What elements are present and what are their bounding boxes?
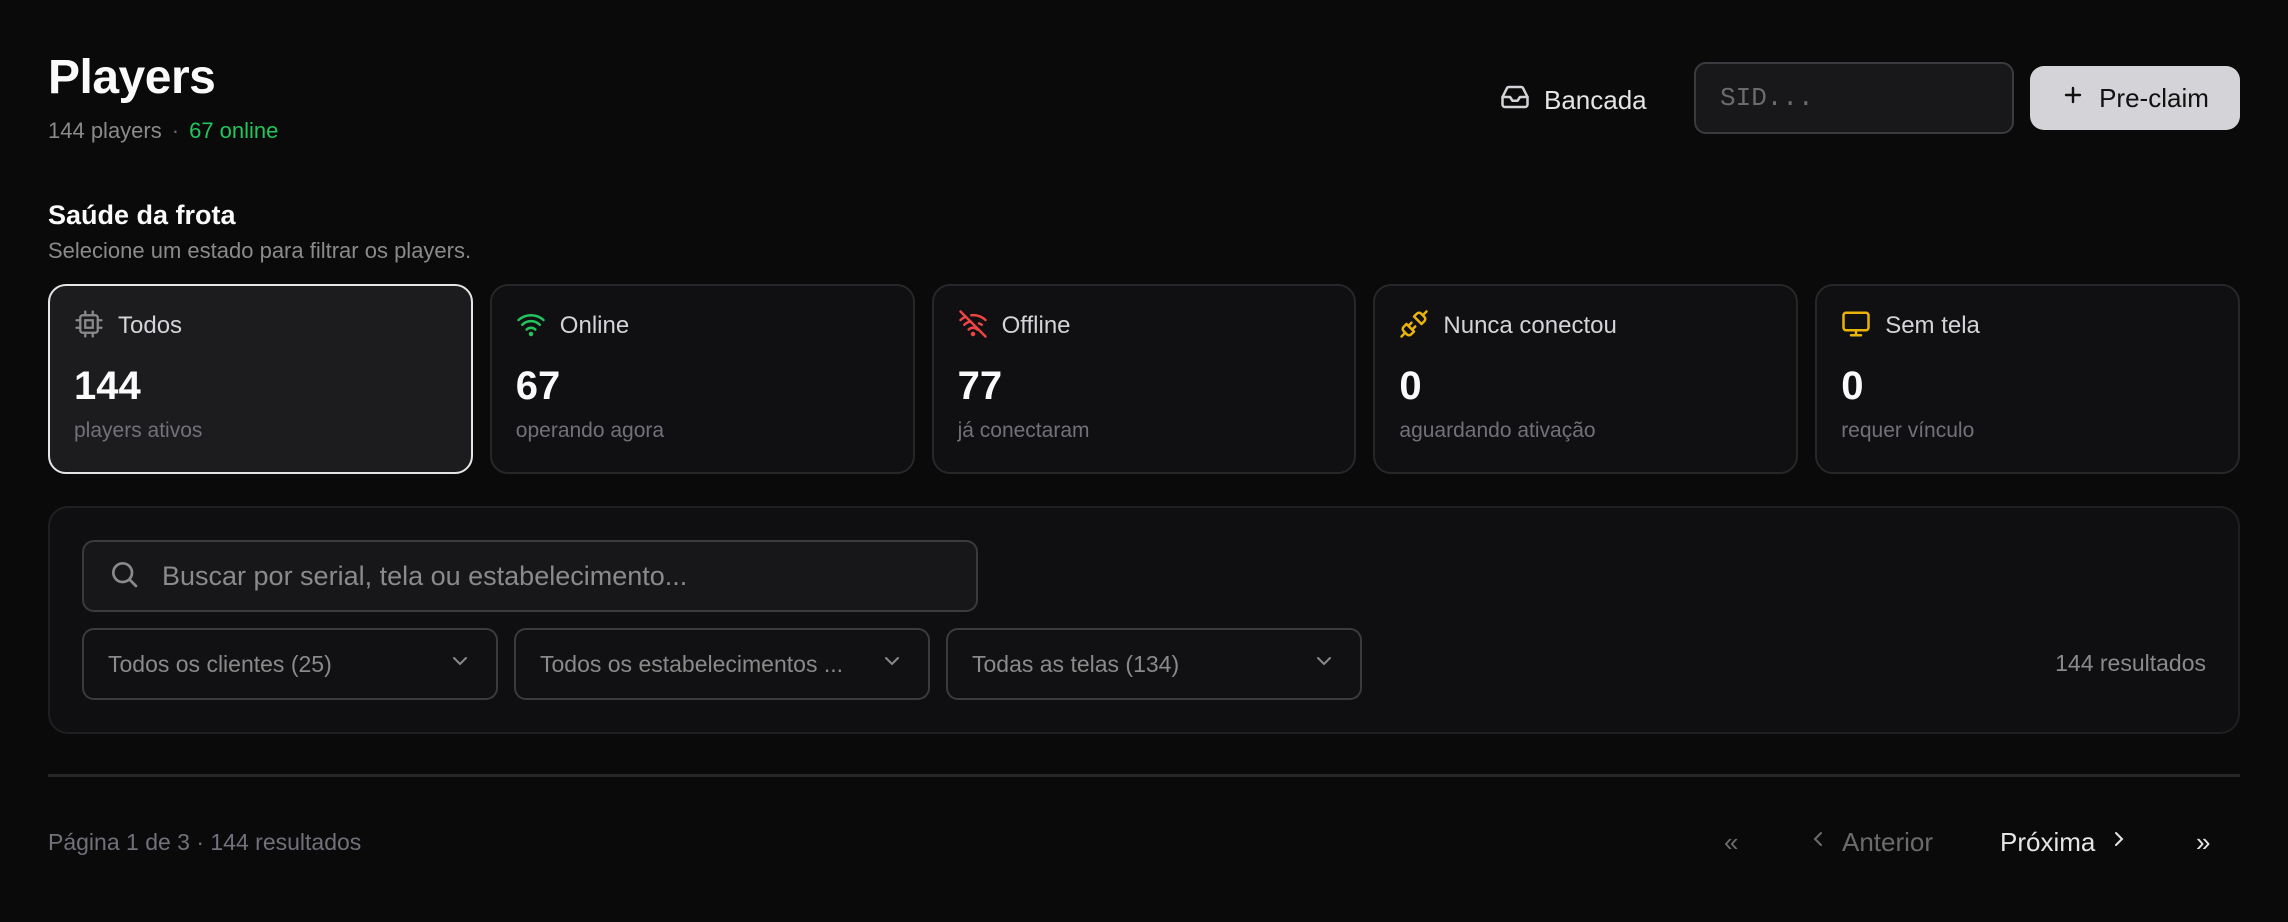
status-card-todos[interactable]: Todos 144 players ativos xyxy=(48,284,473,474)
page-info: Página 1 de 3 · 144 resultados xyxy=(48,829,362,855)
divider xyxy=(48,774,2240,777)
previous-label: Anterior xyxy=(1842,826,1934,857)
separator: · xyxy=(171,118,180,143)
sid-input[interactable] xyxy=(1694,62,2014,134)
inbox-icon xyxy=(1500,82,1530,119)
card-description: players ativos xyxy=(74,419,203,442)
card-description: operando agora xyxy=(515,419,665,442)
status-card-never-connected[interactable]: Nunca conectou 0 aguardando ativação xyxy=(1373,284,1799,474)
card-value: 0 xyxy=(1841,364,1864,408)
chevron-right-icon xyxy=(2107,827,2131,858)
search-box[interactable] xyxy=(82,540,978,612)
status-cards: Todos 144 players ativos Online 67 opera… xyxy=(48,284,2240,474)
card-description: já conectaram xyxy=(957,419,1090,442)
first-page-button[interactable]: « xyxy=(1724,822,1738,862)
next-page-button[interactable]: Próxima xyxy=(2000,822,2131,862)
search-icon xyxy=(108,558,140,595)
status-card-no-screen[interactable]: Sem tela 0 requer vínculo xyxy=(1815,284,2240,474)
establishments-select[interactable]: Todos os estabelecimentos ... xyxy=(514,628,930,700)
first-page-label: « xyxy=(1724,826,1739,857)
card-label: Offline xyxy=(1001,312,1071,339)
chevron-down-icon xyxy=(448,649,472,679)
clients-select-value: Todos os clientes (25) xyxy=(108,650,332,677)
bancada-label: Bancada xyxy=(1544,84,1647,115)
card-description: requer vínculo xyxy=(1841,419,1975,442)
card-value: 144 xyxy=(74,364,141,408)
bancada-button[interactable]: Bancada xyxy=(1500,78,1647,122)
establishments-select-value: Todos os estabelecimentos ... xyxy=(540,650,843,677)
chevron-left-icon xyxy=(1806,827,1830,858)
players-count: 144 players xyxy=(48,118,162,143)
players-summary: 144 players · 67 online xyxy=(48,118,278,144)
card-label: Sem tela xyxy=(1885,312,1980,339)
card-description: aguardando ativação xyxy=(1399,419,1596,442)
screens-select-value: Todas as telas (134) xyxy=(972,650,1180,677)
wifi-icon xyxy=(516,309,546,344)
chevron-down-icon xyxy=(1312,649,1336,679)
results-count: 144 resultados xyxy=(2055,650,2206,676)
section-title: Saúde da frota xyxy=(48,200,236,230)
search-input[interactable] xyxy=(162,560,952,592)
page-title: Players xyxy=(48,51,216,104)
monitor-icon xyxy=(1841,309,1871,344)
pre-claim-button[interactable]: Pre-claim xyxy=(2030,66,2240,130)
last-page-button[interactable]: » xyxy=(2196,822,2210,862)
last-page-label: » xyxy=(2196,826,2211,857)
clients-select[interactable]: Todos os clientes (25) xyxy=(82,628,498,700)
pre-claim-label: Pre-claim xyxy=(2099,82,2209,113)
wifi-off-icon xyxy=(958,309,988,344)
status-card-offline[interactable]: Offline 77 já conectaram xyxy=(931,284,1357,474)
next-label: Próxima xyxy=(2000,826,2096,857)
previous-page-button[interactable]: Anterior xyxy=(1806,822,1933,862)
plus-icon xyxy=(2061,83,2085,114)
chip-icon xyxy=(74,309,104,344)
card-label: Nunca conectou xyxy=(1443,312,1617,339)
card-label: Todos xyxy=(118,312,183,339)
status-card-online[interactable]: Online 67 operando agora xyxy=(489,284,915,474)
online-count: 67 online xyxy=(189,118,279,143)
chevron-down-icon xyxy=(880,649,904,679)
screens-select[interactable]: Todas as telas (134) xyxy=(946,628,1362,700)
card-value: 0 xyxy=(1399,364,1422,408)
card-value: 67 xyxy=(515,364,561,408)
plug-icon xyxy=(1399,309,1429,344)
card-value: 77 xyxy=(957,364,1003,408)
section-subtitle: Selecione um estado para filtrar os play… xyxy=(48,238,472,263)
card-label: Online xyxy=(559,312,630,339)
